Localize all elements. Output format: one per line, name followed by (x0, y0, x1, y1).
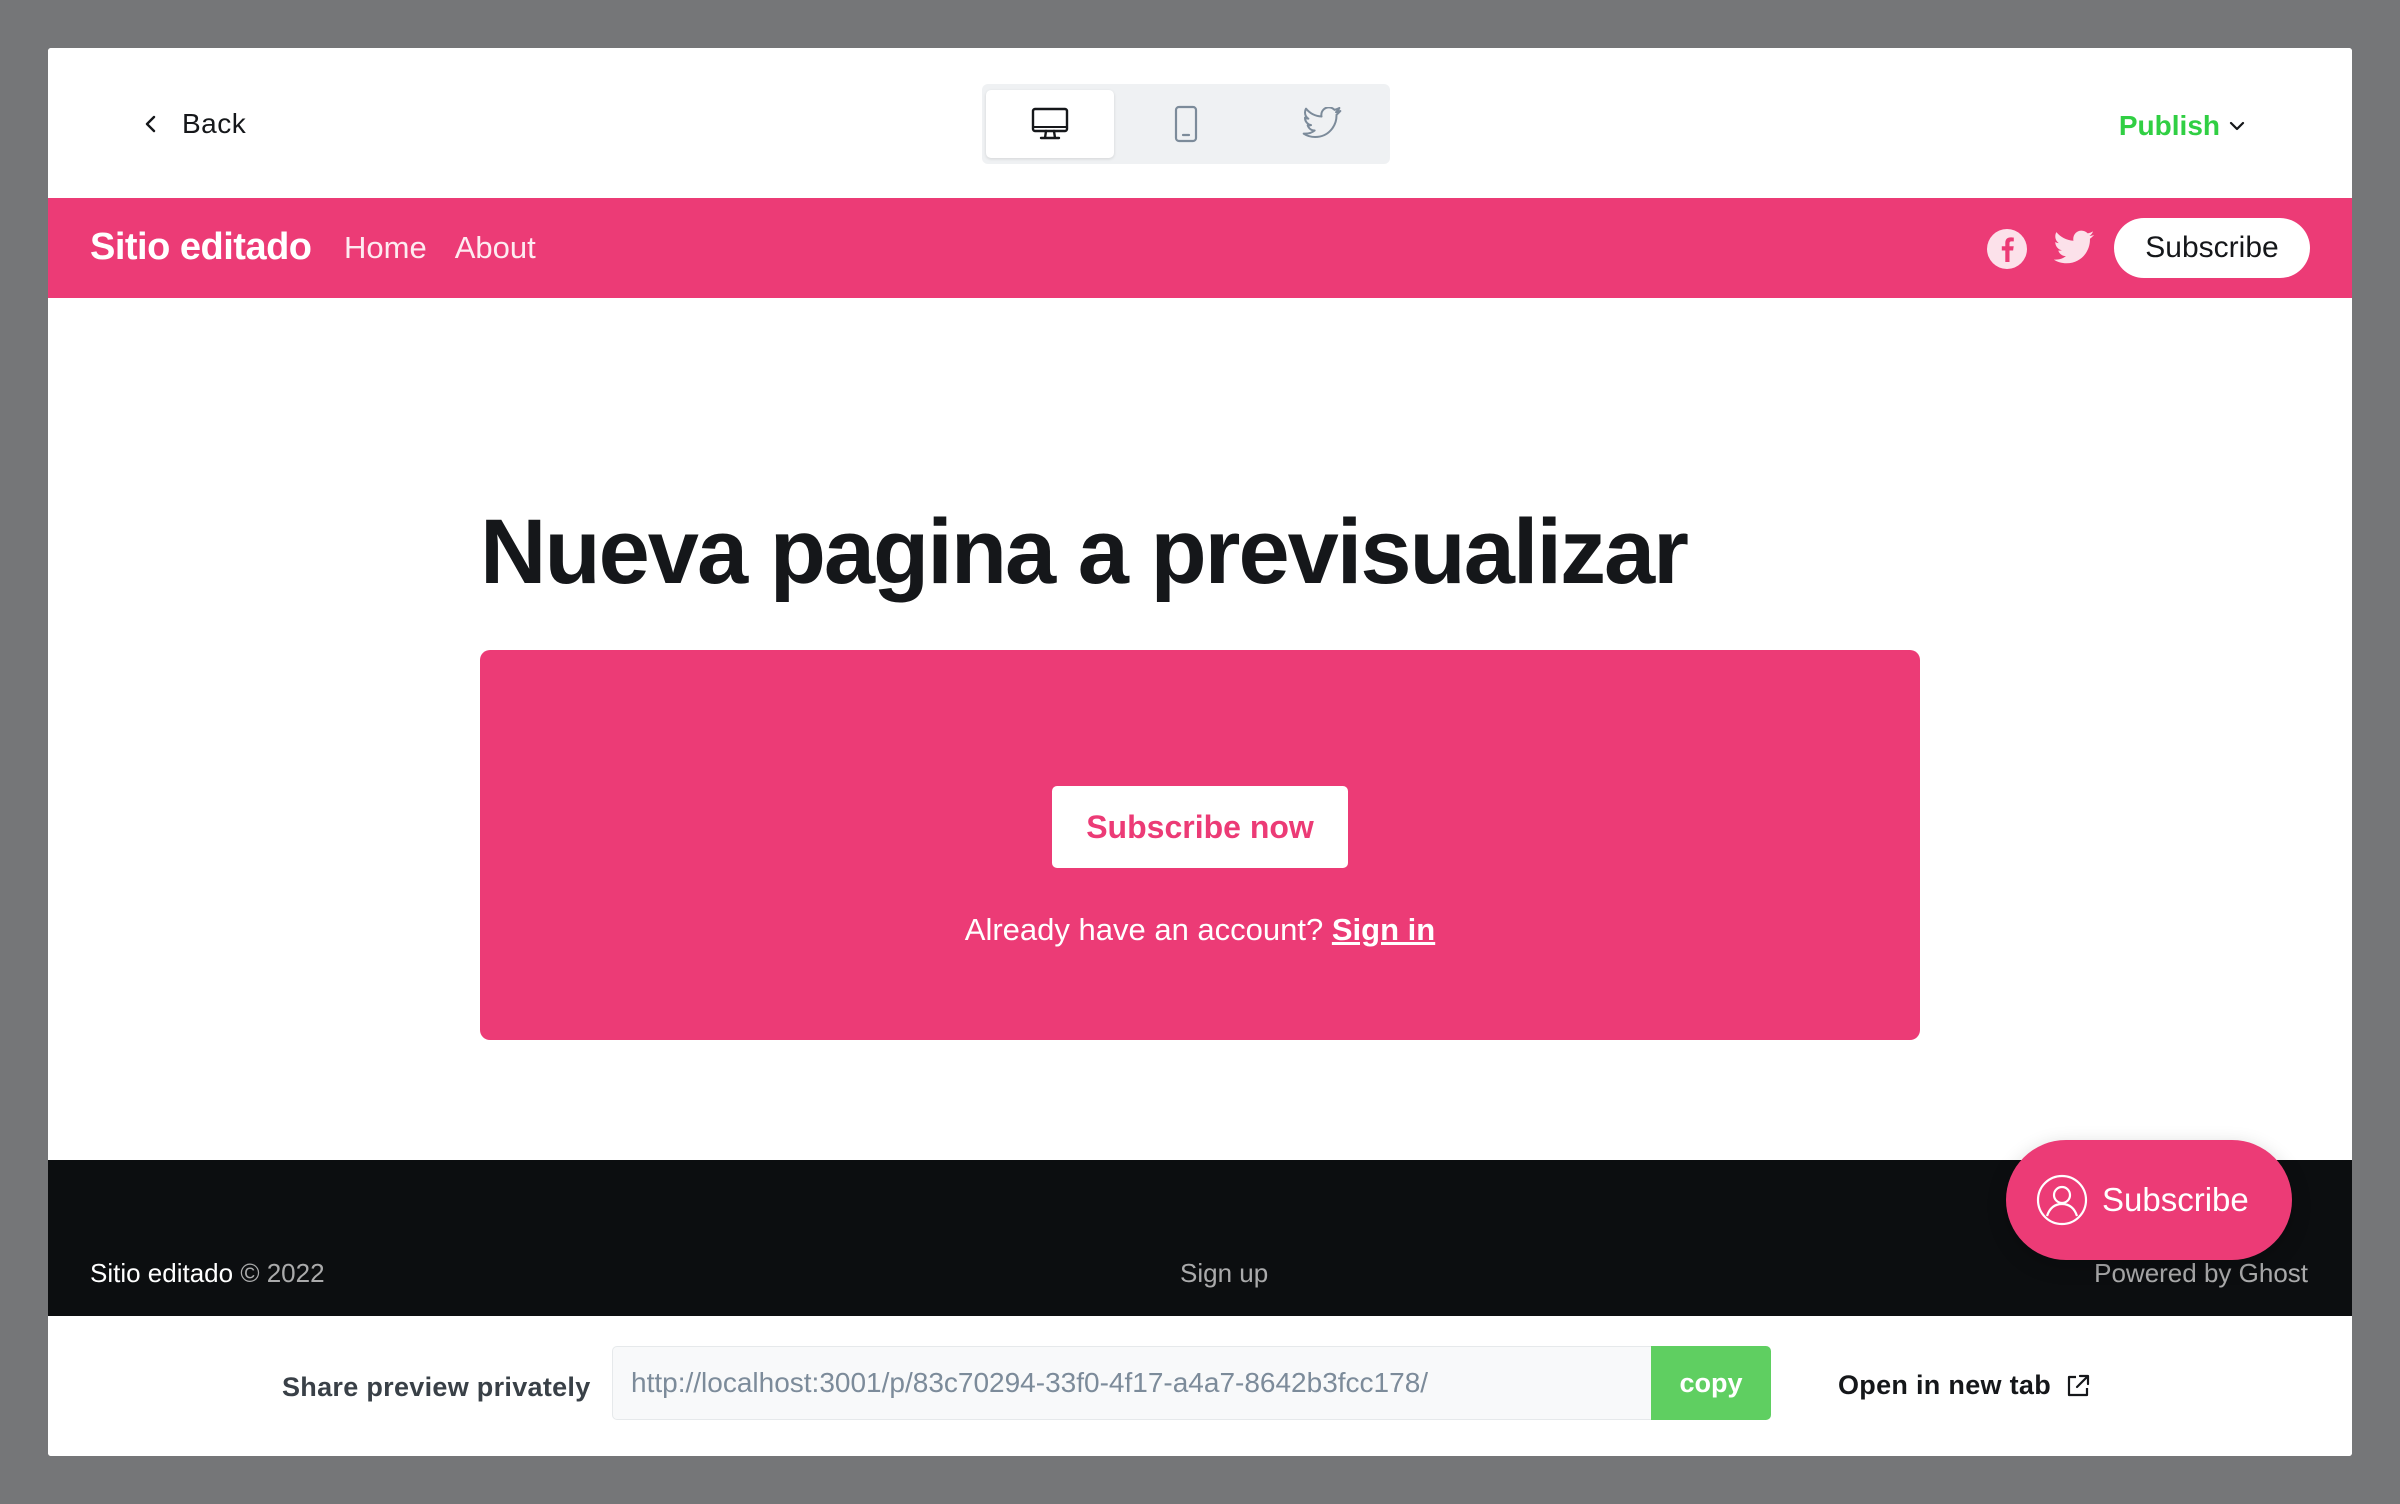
page-title: Nueva pagina a previsualizar (480, 501, 1689, 603)
footer-signup-link[interactable]: Sign up (1180, 1258, 1268, 1289)
site-footer: Sitio editado © 2022 Sign up Powered by … (48, 1160, 2352, 1316)
signin-prompt: Already have an account? Sign in (480, 912, 1920, 948)
subscribe-cta-card: Subscribe now Already have an account? S… (480, 650, 1920, 1040)
subscribe-now-button[interactable]: Subscribe now (1052, 786, 1348, 868)
mobile-view-button[interactable] (1122, 90, 1250, 158)
publish-dropdown[interactable]: Publish (2119, 106, 2248, 146)
facebook-icon[interactable] (1986, 228, 2028, 270)
account-prompt-text: Already have an account? (964, 912, 1324, 947)
external-link-icon (2067, 1374, 2090, 1396)
site-header: Sitio editado Home About Subscribe (48, 198, 2352, 298)
user-icon (2036, 1174, 2088, 1226)
portal-subscribe-label: Subscribe (2102, 1181, 2249, 1218)
footer-site-name[interactable]: Sitio editado (90, 1258, 233, 1288)
publish-label: Publish (2118, 110, 2220, 141)
site-preview-frame: Sitio editado Home About Subscribe Nueva… (48, 198, 2352, 1316)
twitter-icon (1302, 107, 1342, 138)
share-preview-bar: Share preview privately copy Open in new… (48, 1316, 2352, 1456)
open-new-tab-label: Open in new tab (1838, 1370, 2052, 1400)
back-button[interactable]: Back (136, 104, 246, 144)
device-switcher (982, 84, 1390, 164)
chevron-down-icon (2229, 121, 2245, 131)
desktop-view-button[interactable] (986, 90, 1114, 158)
portal-subscribe-button[interactable]: Subscribe (2006, 1140, 2292, 1260)
share-preview-label: Share preview privately (282, 1372, 591, 1402)
open-new-tab-link[interactable]: Open in new tab (1838, 1370, 2091, 1401)
header-subscribe-button[interactable]: Subscribe (2114, 218, 2310, 278)
footer-copyright: Sitio editado © 2022 (90, 1258, 325, 1289)
chevron-left-icon (145, 115, 156, 133)
twitter-icon[interactable] (2052, 228, 2096, 270)
signin-link[interactable]: Sign in (1332, 912, 1435, 947)
footer-powered-link[interactable]: Powered by Ghost (2094, 1258, 2308, 1289)
preview-url-field[interactable] (612, 1346, 1652, 1420)
desktop-icon (1031, 107, 1069, 140)
twitter-view-button[interactable] (1258, 90, 1386, 158)
nav-home-link[interactable]: Home (344, 230, 427, 266)
site-title[interactable]: Sitio editado (90, 226, 312, 269)
nav-about-link[interactable]: About (455, 230, 536, 266)
preview-topbar: Back Publish (48, 48, 2352, 198)
mobile-icon (1174, 105, 1198, 143)
preview-modal: Back Publish Sitio editado Home About Su… (48, 48, 2352, 1456)
copy-button[interactable]: copy (1651, 1346, 1771, 1420)
back-label: Back (182, 108, 247, 139)
site-nav: Home About (344, 230, 536, 266)
footer-copyright-year: © 2022 (240, 1258, 325, 1288)
